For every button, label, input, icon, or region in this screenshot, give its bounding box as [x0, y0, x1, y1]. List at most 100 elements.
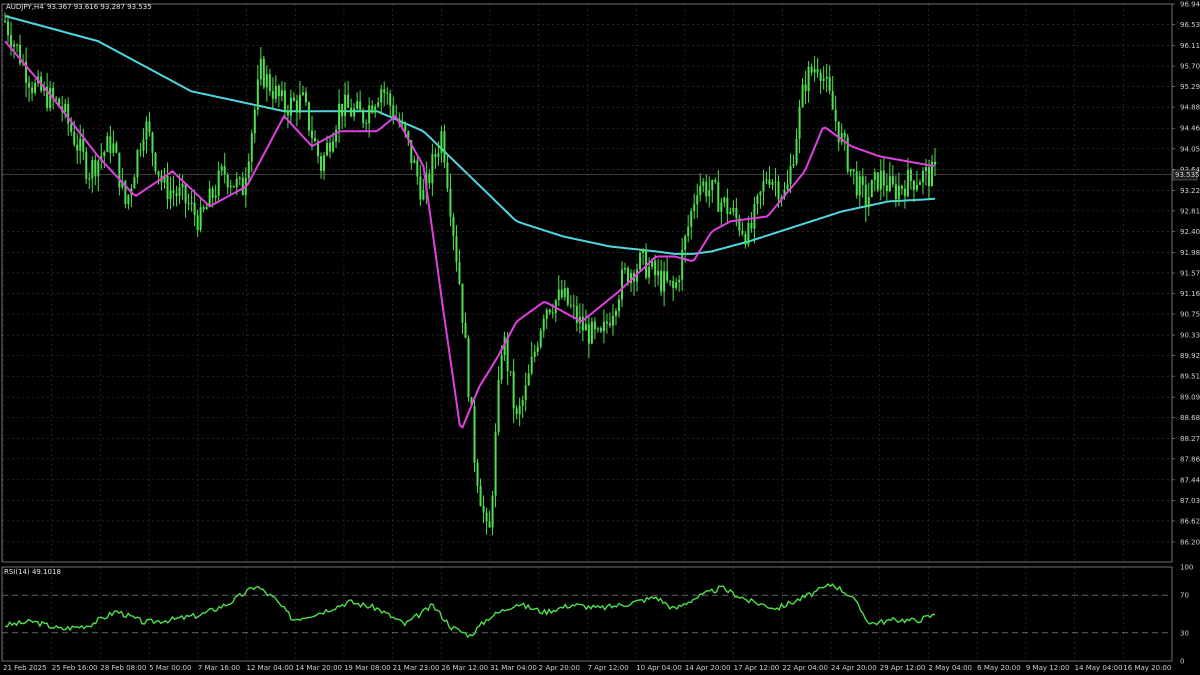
candle-body [891, 176, 894, 185]
candle-body [301, 92, 304, 95]
price-tick-label: 92.810 [1180, 207, 1200, 215]
candle-body [350, 107, 353, 117]
price-tick-label: 94.880 [1180, 104, 1200, 112]
price-tick-label: 91.980 [1180, 249, 1200, 257]
candle-body [181, 184, 184, 188]
trading-chart[interactable]: 96.940 96.530 96.110 95.700 95.290 94.880 94.4… [0, 0, 1200, 675]
candle-body [286, 110, 289, 116]
price-tick-label: 86.200 [1180, 538, 1200, 546]
candle-body [461, 283, 464, 323]
candle-body [217, 170, 220, 196]
candle-body [924, 167, 927, 172]
price-tick-label: 86.620 [1180, 517, 1200, 525]
candle-body [858, 176, 861, 196]
rsi-tick-label: 30 [1180, 629, 1189, 637]
candle-body [654, 260, 657, 276]
candle-body [669, 280, 672, 282]
candle-body [208, 188, 211, 207]
candle-body [10, 35, 13, 47]
candle-body [605, 321, 608, 324]
candle-body [909, 169, 912, 181]
candle-body [518, 405, 521, 415]
candle-body [112, 143, 115, 153]
candle-body [115, 143, 118, 153]
candle-body [103, 151, 106, 157]
candle-body [608, 323, 611, 326]
candle-body [702, 181, 705, 186]
candle-body [723, 197, 726, 203]
candle-body [599, 328, 602, 332]
candle-body [849, 169, 852, 172]
candle-body [711, 179, 714, 191]
candle-body [443, 131, 446, 163]
candle-body [666, 271, 669, 281]
candle-body [178, 187, 181, 196]
candle-body [262, 58, 265, 88]
time-tick-label: 26 Mar 12:00 [441, 664, 488, 672]
candle-body [717, 182, 720, 212]
candle-body [7, 21, 10, 36]
candle-body [184, 184, 187, 204]
candle-body [500, 355, 503, 380]
candle-body [479, 485, 482, 507]
candle-body [765, 179, 768, 181]
candle-body [861, 176, 864, 185]
candle-body [894, 184, 897, 200]
price-tick-label: 87.440 [1180, 476, 1200, 484]
candle-body [729, 211, 732, 214]
time-tick-label: 10 Apr 04:00 [636, 664, 682, 672]
candle-body [449, 188, 452, 217]
candle-body [377, 102, 380, 107]
candle-body [675, 282, 678, 289]
price-tick-label: 89.090 [1180, 394, 1200, 402]
candle-body [879, 170, 882, 190]
candle-body [816, 69, 819, 73]
candle-body [220, 166, 223, 171]
candle-body [154, 153, 157, 172]
candle-body [789, 165, 792, 185]
candle-body [199, 207, 202, 231]
candle-body [753, 203, 756, 229]
candle-body [624, 267, 626, 270]
candle-body [792, 163, 795, 166]
time-tick-label: 7 Apr 12:00 [588, 664, 629, 672]
candle-body [657, 270, 660, 276]
candle-body [274, 85, 277, 99]
candle-body [870, 179, 873, 198]
candle-body [825, 76, 828, 79]
candle-body [79, 138, 82, 151]
time-tick-label: 14 May 04:00 [1075, 664, 1123, 672]
candle-body [259, 58, 262, 80]
candle-body [374, 106, 377, 113]
candle-body [888, 176, 891, 192]
candle-body [506, 336, 509, 372]
candle-body [359, 101, 362, 110]
candle-body [145, 121, 148, 140]
candle-body [256, 79, 259, 110]
candle-body [76, 144, 79, 151]
candle-body [202, 207, 205, 210]
candle-body [485, 512, 488, 522]
candle-body [584, 324, 587, 331]
candle-body [323, 155, 326, 171]
price-tick-label: 92.400 [1180, 228, 1200, 236]
time-tick-label: 21 Feb 2025 [3, 664, 47, 672]
candle-body [512, 371, 515, 409]
candle-body [566, 288, 569, 305]
candle-body [822, 78, 825, 81]
candle-body [64, 103, 67, 112]
candle-body [28, 82, 31, 88]
candle-body [344, 94, 347, 117]
candle-body [852, 169, 855, 172]
price-tick-label: 87.030 [1180, 497, 1200, 505]
price-tick-label: 90.750 [1180, 311, 1200, 319]
candle-body [148, 121, 151, 133]
candle-body [771, 181, 774, 185]
candle-body [491, 495, 494, 528]
candle-body [67, 103, 70, 124]
candle-body [602, 321, 605, 332]
candle-body [347, 94, 350, 108]
candle-body [157, 171, 160, 176]
price-tick-label: 94.460 [1180, 125, 1200, 133]
candle-body [304, 92, 307, 103]
